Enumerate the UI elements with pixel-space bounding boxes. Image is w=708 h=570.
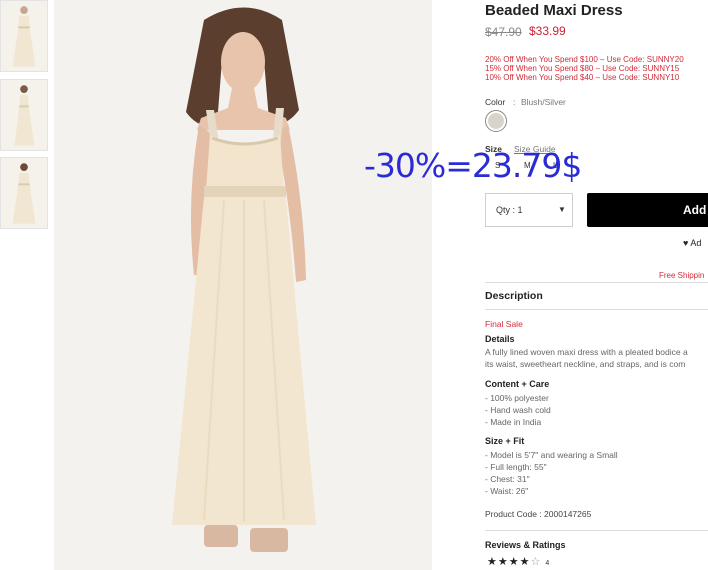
divider [485, 309, 708, 310]
divider [485, 282, 708, 283]
color-swatch-blush-silver[interactable] [485, 110, 507, 132]
discount-overlay-text: -30%=23.79$ [364, 146, 582, 185]
main-product-image[interactable] [54, 0, 432, 570]
star-rating[interactable]: ★★★★☆ 4 [487, 555, 549, 568]
dress-front-thumb-image [1, 1, 47, 71]
content-item: - Hand wash cold [485, 405, 551, 415]
dress-model-photo [54, 0, 432, 570]
fit-item: - Waist: 26" [485, 486, 529, 496]
add-to-wishlist-link[interactable]: ♥ Ad [683, 238, 701, 248]
promo-line-1: 20% Off When You Spend $100 – Use Code: … [485, 55, 684, 64]
wishlist-label: Ad [690, 238, 702, 248]
quantity-value: Qty : 1 [496, 205, 523, 215]
product-code: Product Code : 2000147265 [485, 509, 592, 519]
dress-back-thumb-image [1, 158, 47, 228]
star-empty-icon: ☆ [530, 556, 542, 568]
content-item: - 100% polyester [485, 393, 549, 403]
fit-item: - Full length: 55" [485, 462, 547, 472]
promo-line-3: 10% Off When You Spend $40 – Use Code: S… [485, 73, 680, 82]
content-item: - Made in India [485, 417, 542, 427]
star-icon: ★ [508, 556, 520, 568]
reviews-heading[interactable]: Reviews & Ratings [485, 540, 566, 550]
dress-side-thumb-image [1, 80, 47, 150]
heart-icon: ♥ [683, 238, 689, 248]
review-count: 4 [545, 560, 550, 567]
product-title: Beaded Maxi Dress [485, 2, 623, 19]
star-icon: ★ [519, 556, 531, 568]
thumbnail-back[interactable] [0, 157, 48, 229]
color-separator: : [513, 97, 516, 107]
add-to-bag-button[interactable]: Add [587, 193, 708, 227]
color-value: Blush/Silver [521, 97, 566, 107]
fit-item: - Chest: 31" [485, 474, 530, 484]
swatch-fill [488, 113, 504, 129]
quantity-select[interactable]: Qty : 1 ▼ [485, 193, 573, 227]
caret-down-icon: ▼ [558, 205, 566, 214]
details-heading: Details [485, 334, 515, 344]
size-fit-heading: Size + Fit [485, 436, 525, 446]
promo-line-2: 15% Off When You Spend $80 – Use Code: S… [485, 64, 680, 73]
add-button-label: Add [683, 203, 707, 217]
content-care-heading: Content + Care [485, 379, 550, 389]
free-shipping-link[interactable]: Free Shippin [659, 271, 704, 280]
details-text-line-1: A fully lined woven maxi dress with a pl… [485, 347, 688, 357]
divider [485, 530, 708, 531]
sale-price: $33.99 [529, 24, 566, 38]
fit-item: - Model is 5'7" and wearing a Small [485, 450, 618, 460]
thumbnail-front[interactable] [0, 0, 48, 72]
thumbnail-side[interactable] [0, 79, 48, 151]
star-icon: ★ [497, 556, 509, 568]
color-label: Color [485, 97, 506, 107]
description-heading[interactable]: Description [485, 290, 543, 302]
details-text-line-2: its waist, sweetheart neckline, and stra… [485, 359, 686, 369]
final-sale-label: Final Sale [485, 319, 523, 329]
original-price: $47.90 [485, 25, 522, 39]
star-icon: ★ [487, 556, 498, 568]
